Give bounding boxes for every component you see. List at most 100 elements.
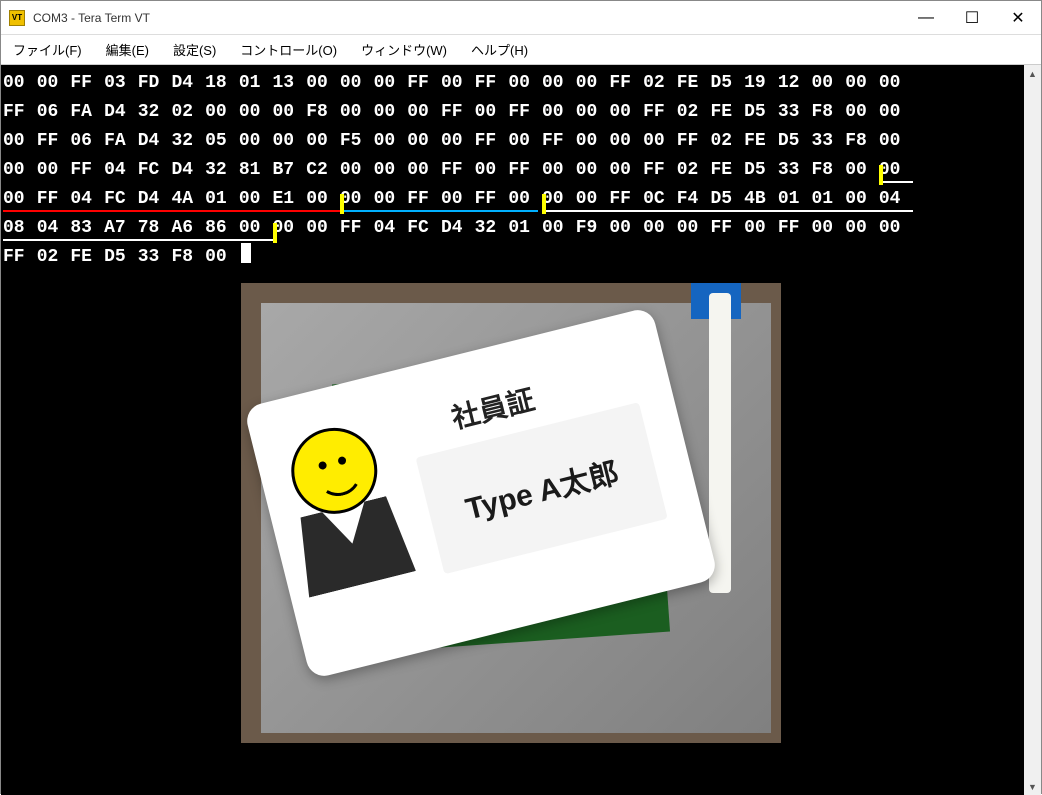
terminal-area: 0000FF03FDD4180113000000FF00FF000000FF02… bbox=[1, 65, 1041, 795]
titlebar: VT COM3 - Tera Term VT — ☐ ✕ bbox=[1, 1, 1041, 35]
hex-byte: 00 bbox=[879, 98, 913, 127]
hex-byte: 33 bbox=[138, 243, 172, 272]
menu-file[interactable]: ファイル(F) bbox=[9, 38, 86, 61]
hex-byte: D5 bbox=[710, 69, 744, 98]
hex-row: 00FF04FCD44A0100E1000000FF00FF000000FF0C… bbox=[3, 185, 1024, 214]
hex-byte: 00 bbox=[340, 69, 374, 98]
menubar: ファイル(F) 編集(E) 設定(S) コントロール(O) ウィンドウ(W) ヘ… bbox=[1, 35, 1041, 65]
hex-byte: FE bbox=[677, 69, 711, 98]
menu-edit[interactable]: 編集(E) bbox=[102, 38, 153, 61]
hex-byte: 00 bbox=[508, 127, 542, 156]
window-title: COM3 - Tera Term VT bbox=[33, 11, 903, 25]
scroll-track[interactable] bbox=[1024, 82, 1041, 778]
hex-byte: D5 bbox=[778, 127, 812, 156]
hex-byte: 02 bbox=[677, 98, 711, 127]
scroll-up-button[interactable]: ▲ bbox=[1024, 65, 1041, 82]
hex-byte: FF bbox=[3, 243, 37, 272]
hex-byte: 00 bbox=[879, 127, 913, 156]
cursor bbox=[241, 243, 251, 263]
hex-byte: 33 bbox=[778, 156, 812, 185]
hex-byte: F8 bbox=[171, 243, 205, 272]
hex-byte: 00 bbox=[845, 214, 879, 243]
hex-row: 00FF06FAD43205000000F5000000FF00FF000000… bbox=[3, 127, 1024, 156]
hex-byte: 00 bbox=[407, 98, 441, 127]
hex-byte: 33 bbox=[812, 127, 846, 156]
hex-byte: FF bbox=[643, 98, 677, 127]
hex-byte: 00 bbox=[3, 69, 37, 98]
hex-byte: 00 bbox=[37, 156, 71, 185]
hex-byte: 00 bbox=[845, 156, 879, 185]
hex-byte: FF bbox=[643, 156, 677, 185]
hex-byte: 00 bbox=[609, 214, 643, 243]
hex-byte: FF bbox=[508, 98, 542, 127]
hex-byte: 00 bbox=[609, 98, 643, 127]
maximize-button[interactable]: ☐ bbox=[949, 2, 995, 34]
hex-byte: 00 bbox=[609, 156, 643, 185]
hex-byte: D4 bbox=[138, 127, 172, 156]
hex-byte: 00 bbox=[812, 214, 846, 243]
hex-byte: 00 bbox=[542, 214, 576, 243]
hex-byte: 00 bbox=[306, 214, 340, 243]
hex-byte: D4 bbox=[171, 69, 205, 98]
card-name: Type A太郎 bbox=[460, 448, 623, 529]
scroll-down-button[interactable]: ▼ bbox=[1024, 778, 1041, 795]
hex-byte: 02 bbox=[710, 127, 744, 156]
hex-byte: B7 bbox=[273, 156, 307, 185]
card-title: 社員証 bbox=[447, 378, 538, 437]
hex-byte: D5 bbox=[744, 98, 778, 127]
hex-byte: 00 bbox=[340, 98, 374, 127]
hex-byte: 00 bbox=[845, 98, 879, 127]
hex-byte: D5 bbox=[104, 243, 138, 272]
hex-byte: D4 bbox=[441, 214, 475, 243]
hex-byte: FE bbox=[744, 127, 778, 156]
menu-control[interactable]: コントロール(O) bbox=[236, 38, 341, 61]
scrollbar[interactable]: ▲ ▼ bbox=[1024, 65, 1041, 795]
hex-byte: 00 bbox=[374, 127, 408, 156]
hex-row: 0000FF03FDD4180113000000FF00FF000000FF02… bbox=[3, 69, 1024, 98]
close-button[interactable]: ✕ bbox=[995, 2, 1041, 34]
hex-byte: 02 bbox=[677, 156, 711, 185]
hex-byte: FE bbox=[710, 98, 744, 127]
hex-byte: D5 bbox=[744, 156, 778, 185]
hex-byte: 05 bbox=[205, 127, 239, 156]
hex-byte: 00 bbox=[273, 127, 307, 156]
hex-byte: 33 bbox=[778, 98, 812, 127]
menu-help[interactable]: ヘルプ(H) bbox=[467, 38, 532, 61]
hex-byte: 00 bbox=[374, 98, 408, 127]
terminal[interactable]: 0000FF03FDD4180113000000FF00FF000000FF02… bbox=[1, 65, 1024, 795]
menu-setup[interactable]: 設定(S) bbox=[169, 38, 220, 61]
hex-byte: 00 bbox=[812, 69, 846, 98]
hex-byte: FF bbox=[475, 127, 509, 156]
hex-byte: 00 bbox=[609, 127, 643, 156]
embedded-photo: 社員証 Type A太郎 bbox=[241, 283, 781, 743]
hex-byte: 00 bbox=[643, 214, 677, 243]
hex-byte: 00 bbox=[542, 69, 576, 98]
hex-byte: 00 bbox=[407, 156, 441, 185]
flat-cable bbox=[709, 293, 731, 593]
hex-byte: FF bbox=[677, 127, 711, 156]
hex-byte: 00 bbox=[576, 156, 610, 185]
hex-byte: D4 bbox=[104, 98, 138, 127]
hex-byte: 00 bbox=[3, 156, 37, 185]
hex-byte: FA bbox=[70, 98, 104, 127]
hex-row: 080483A778A686000000FF04FCD4320100F90000… bbox=[3, 214, 1024, 243]
hex-byte: 00 bbox=[576, 98, 610, 127]
hex-byte: F8 bbox=[845, 127, 879, 156]
hex-byte: 00 bbox=[677, 214, 711, 243]
hex-byte: 00 bbox=[239, 127, 273, 156]
hex-byte: FA bbox=[104, 127, 138, 156]
hex-byte: 00 bbox=[643, 127, 677, 156]
hex-byte: FC bbox=[138, 156, 172, 185]
hex-byte: FF bbox=[441, 156, 475, 185]
hex-byte: 02 bbox=[643, 69, 677, 98]
hex-byte: 32 bbox=[138, 98, 172, 127]
menu-window[interactable]: ウィンドウ(W) bbox=[357, 38, 451, 61]
hex-byte: 13 bbox=[273, 69, 307, 98]
minimize-button[interactable]: — bbox=[903, 2, 949, 34]
window-buttons: — ☐ ✕ bbox=[903, 2, 1041, 34]
hex-byte: FF bbox=[407, 69, 441, 98]
hex-byte: F5 bbox=[340, 127, 374, 156]
hex-byte: FF bbox=[441, 98, 475, 127]
hex-byte: F8 bbox=[306, 98, 340, 127]
hex-byte: 00 bbox=[374, 156, 408, 185]
